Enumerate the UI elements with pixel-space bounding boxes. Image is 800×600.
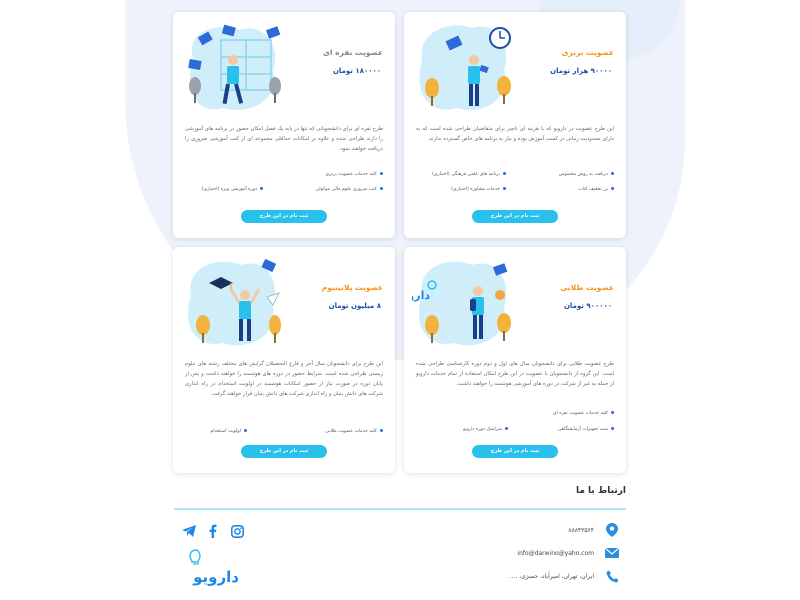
email-icon <box>604 545 620 561</box>
plan-price: ۹۰۰۰۰ هزار تومان <box>550 67 612 75</box>
plan-description: این طرح برای دانشجویان سال آخر و فارغ ال… <box>185 361 383 397</box>
plan-description: طرح نقره ای برای دانشجویانی که تنها در پ… <box>185 126 383 152</box>
plan-price: ۹۰۰۰۰۰ تومان <box>563 302 612 310</box>
plan-feature: کتب ضروری علوم مالی موکولی <box>315 187 383 192</box>
plan-feature: ست تجهیزات آزمایشگاهی <box>558 427 614 432</box>
silver-illustration <box>188 24 281 111</box>
plan-card-gold: دارویو عضویت طلایی ۹۰۰۰۰۰ تومان طرح عضوی… <box>404 247 626 473</box>
plan-title: عضویت برنزی <box>561 48 614 57</box>
telegram-icon[interactable] <box>182 524 196 538</box>
plan-card-bronze: عضویت برنزی ۹۰۰۰۰ هزار تومان این طرح عضو… <box>404 12 626 238</box>
contact-email[interactable]: info@darwino@yaho.com <box>517 550 594 557</box>
plan-title: عضویت طلایی <box>560 283 614 292</box>
plan-description: طرح عضویت طلایی برای دانشجویان سال های ا… <box>416 361 614 387</box>
plan-title: عضویت پلاتینیوم <box>321 283 383 292</box>
register-button[interactable]: ثبت نام در این طرح <box>472 210 558 223</box>
plan-feature: دوره آموزشی ویژه (اختیاری) <box>202 187 263 192</box>
brand-logo: دارویو <box>186 548 246 588</box>
bronze-illustration <box>419 25 511 111</box>
contact-title: ارتباط با ما <box>575 486 626 496</box>
plan-feature: دریافت به روش مخصوص <box>559 172 614 177</box>
divider <box>174 508 626 510</box>
plan-card-platinum: عضویت پلاتینیوم ۸ میلیون تومان این طرح ب… <box>173 247 395 473</box>
plan-card-silver: عضویت نقره ای ۱۸۰۰۰۰ تومان طرح نقره ای ب… <box>173 12 395 238</box>
platinum-illustration <box>187 258 281 346</box>
contact-address-row: ایران، تهران، امیرآباد، جمبزی، .... <box>510 568 620 584</box>
phone-icon <box>604 568 620 584</box>
contact-phone-row: ۸۸۸۴۳۵۶۴ <box>568 522 620 538</box>
contact-address: ایران، تهران، امیرآباد، جمبزی، .... <box>509 572 594 580</box>
register-button[interactable]: ثبت نام در این طرح <box>472 445 558 458</box>
plan-feature: اولویت استخدام <box>210 429 247 434</box>
register-button[interactable]: ثبت نام در این طرح <box>241 445 327 458</box>
plan-price: ۸ میلیون تومان <box>328 302 381 310</box>
gold-illustration: دارویو <box>412 261 511 346</box>
svg-text:دارویو: دارویو <box>412 289 430 302</box>
plan-feature: کلیه خدمات عضویت نقره ای <box>553 411 614 416</box>
facebook-icon[interactable] <box>206 524 220 538</box>
instagram-icon[interactable] <box>230 524 244 538</box>
plan-feature: خدمات مشاوره (اختیاری) <box>451 187 506 192</box>
register-button[interactable]: ثبت نام در این طرح <box>241 210 327 223</box>
brand-logo-text: دارویو <box>192 568 239 586</box>
plan-feature: کلیه خدمات عضویت برنزی <box>326 172 383 177</box>
location-icon <box>604 522 620 538</box>
plan-description: این طرح عضویت در دارویو که با هزینه ای ن… <box>416 126 614 142</box>
contact-phone: ۸۸۸۴۳۵۶۴ <box>568 526 594 534</box>
plan-feature: سرامیک دوره دارویو <box>463 427 508 432</box>
plan-feature: برنامه های علمی فرهنگی (اختیاری) <box>432 172 506 177</box>
plan-feature: کلیه خدمات عضویت طلایی <box>325 429 383 434</box>
plan-price: ۱۸۰۰۰۰ تومان <box>332 67 381 75</box>
contact-email-row: info@darwino@yaho.com <box>517 545 620 561</box>
plan-feature: بن تخفیف کتاب <box>578 187 614 192</box>
plan-title: عضویت نقره ای <box>323 48 383 57</box>
